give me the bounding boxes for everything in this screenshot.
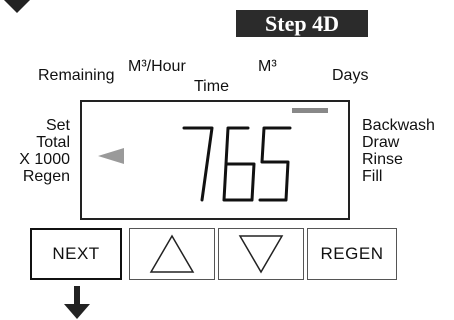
lcd-display: 765	[80, 100, 350, 220]
label-m3: M³	[258, 58, 277, 75]
label-days: Days	[332, 67, 369, 84]
indicator-bar	[292, 108, 328, 113]
label-remaining: Remaining	[38, 67, 115, 84]
up-triangle-icon	[149, 234, 195, 273]
left-label-group: Set Total X 1000 Regen	[4, 117, 70, 185]
label-regen: Regen	[22, 168, 70, 185]
label-fill: Fill	[362, 168, 383, 185]
right-label-group: Backwash Draw Rinse Fill	[362, 117, 435, 185]
display-digits-graphic	[182, 126, 292, 202]
down-button[interactable]	[218, 228, 304, 280]
label-total: Total	[36, 134, 70, 151]
up-button[interactable]	[129, 228, 215, 280]
next-button[interactable]: NEXT	[30, 228, 122, 280]
down-arrow-icon	[4, 0, 30, 13]
regen-button[interactable]: REGEN	[307, 228, 397, 280]
pointer-icon	[98, 148, 124, 164]
next-button-label: NEXT	[52, 244, 100, 263]
label-backwash: Backwash	[362, 117, 435, 134]
step-badge: Step 4D	[236, 10, 368, 37]
label-time: Time	[194, 78, 229, 95]
label-m3-per-hour: M³/Hour	[128, 58, 186, 75]
down-triangle-icon	[238, 235, 284, 274]
label-x1000: X 1000	[19, 151, 70, 168]
display-digits: 765	[82, 102, 83, 103]
label-rinse: Rinse	[362, 151, 403, 168]
label-draw: Draw	[362, 134, 400, 151]
label-set: Set	[45, 117, 70, 134]
regen-button-label: REGEN	[320, 244, 384, 263]
down-arrow-icon	[64, 286, 90, 319]
